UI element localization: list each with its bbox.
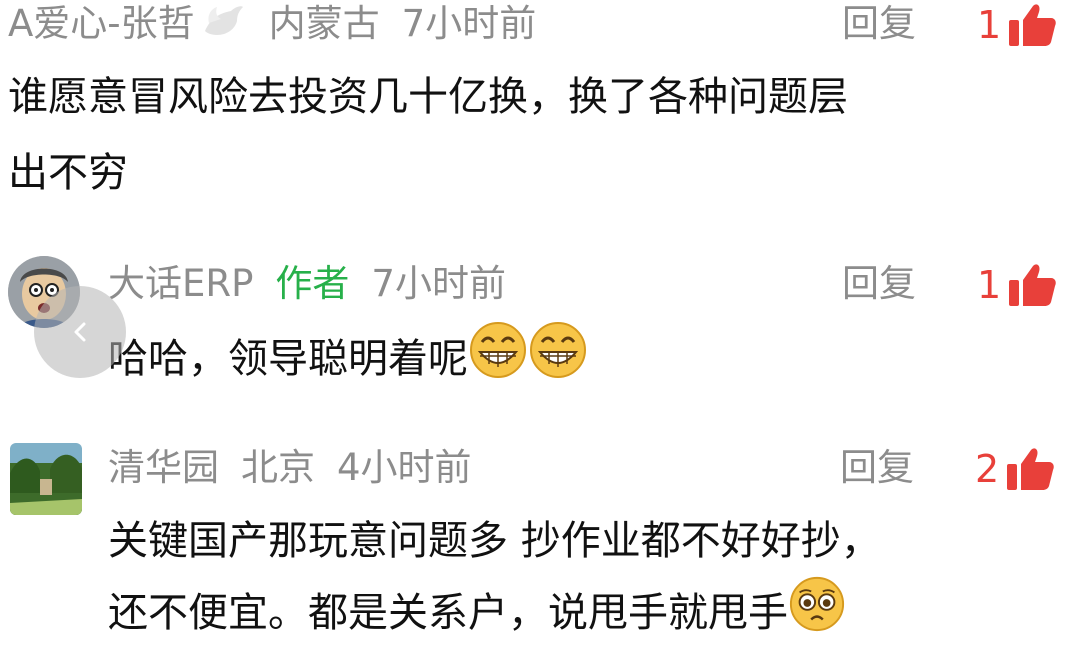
comment-text-line: 出不穷 bbox=[8, 150, 128, 196]
comment-text-line: 哈哈，领导聪明着呢 bbox=[108, 336, 468, 382]
author-badge: 作者 bbox=[275, 262, 350, 305]
like-button[interactable]: 1 bbox=[977, 262, 1057, 308]
comment-text: 哈哈，领导聪明着呢 bbox=[108, 320, 588, 402]
reply-button[interactable]: 回复 bbox=[842, 262, 916, 306]
comment-meta: A爱心-张哲 内蒙古 7小时前 bbox=[8, 2, 558, 49]
thumbs-up-icon bbox=[1007, 448, 1054, 490]
comment-text-line: 谁愿意冒风险去投资几十亿换，换了各种问题层 bbox=[8, 74, 848, 120]
timestamp: 7小时前 bbox=[401, 2, 537, 45]
location: 内蒙古 bbox=[268, 2, 380, 45]
comment-meta: 大话ERP 作者 7小时前 bbox=[108, 262, 528, 306]
location: 北京 bbox=[241, 446, 315, 489]
like-count: 1 bbox=[977, 263, 1002, 307]
thumbs-up-icon bbox=[1009, 264, 1056, 306]
like-button[interactable]: 2 bbox=[975, 446, 1055, 492]
avatar[interactable] bbox=[10, 443, 82, 515]
timestamp: 4小时前 bbox=[337, 446, 472, 489]
timestamp: 7小时前 bbox=[371, 262, 506, 305]
back-chevron-icon bbox=[74, 322, 86, 342]
comment-meta: 清华园 北京 4小时前 bbox=[108, 446, 494, 490]
reply-button[interactable]: 回复 bbox=[840, 446, 914, 490]
like-button[interactable]: 1 bbox=[977, 2, 1057, 48]
reply-button[interactable]: 回复 bbox=[842, 2, 916, 46]
thumbs-up-icon bbox=[1009, 4, 1056, 46]
like-count: 2 bbox=[975, 447, 1000, 491]
back-button[interactable] bbox=[34, 286, 126, 378]
comment-text-line: 还不便宜。都是关系户，说甩手就甩手 bbox=[108, 590, 788, 636]
pleading-emoji-icon bbox=[788, 575, 846, 655]
dove-icon bbox=[201, 3, 245, 49]
username[interactable]: 清华园 bbox=[108, 446, 219, 489]
username[interactable]: 大话ERP bbox=[108, 262, 253, 305]
username[interactable]: A爱心-张哲 bbox=[8, 2, 195, 45]
comment-text-line: 关键国产那玩意问题多 抄作业都不好好抄， bbox=[108, 518, 881, 564]
like-count: 1 bbox=[977, 3, 1002, 47]
comment-text: 还不便宜。都是关系户，说甩手就甩手 bbox=[108, 575, 846, 655]
grin-emoji-icon bbox=[528, 320, 588, 402]
grin-emoji-icon bbox=[468, 320, 528, 402]
